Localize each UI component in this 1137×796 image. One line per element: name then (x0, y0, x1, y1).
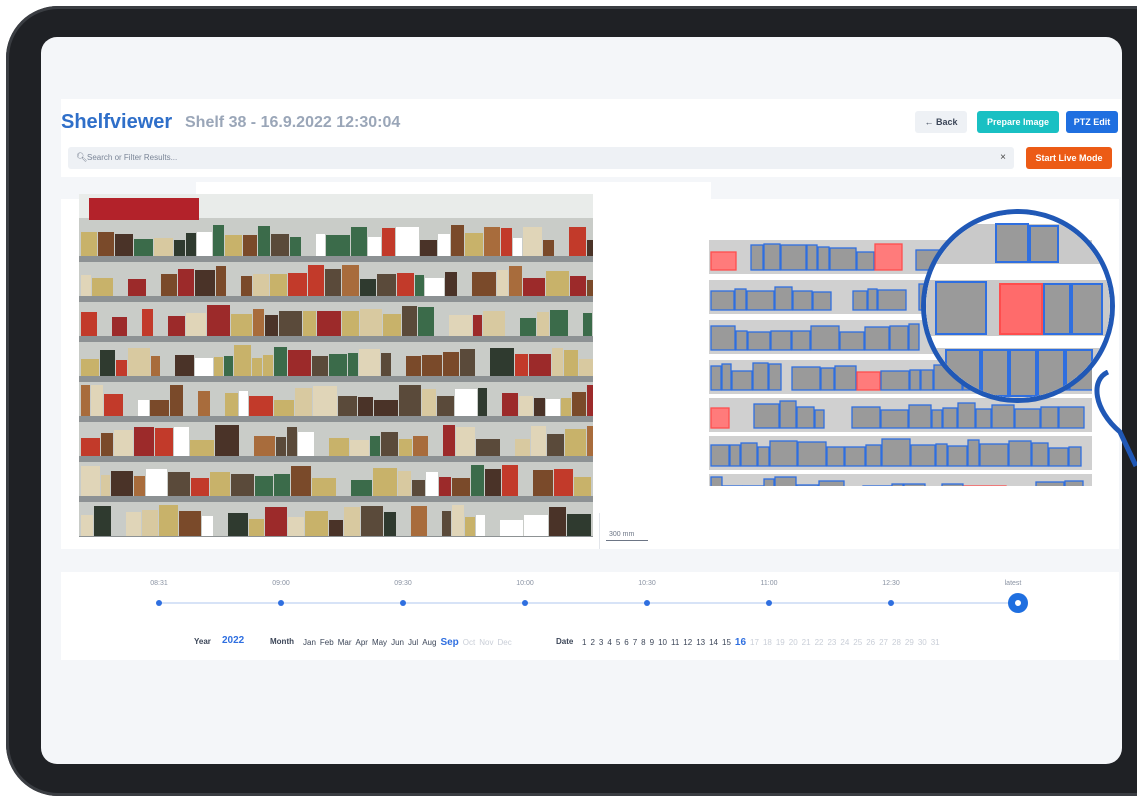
date-option[interactable]: 13 (696, 638, 705, 647)
timeline-time-label: 09:30 (394, 580, 412, 587)
year-value[interactable]: 2022 (222, 635, 244, 646)
date-option[interactable]: 17 (750, 638, 759, 647)
shelf-photo-image (79, 194, 593, 537)
date-option[interactable]: 23 (827, 638, 836, 647)
timeline-point[interactable] (522, 600, 528, 606)
month-option[interactable]: Mar (338, 638, 352, 647)
date-option[interactable]: 9 (650, 638, 654, 647)
shelf-subtitle: Shelf 38 - 16.9.2022 12:30:04 (185, 114, 401, 131)
ptz-edit-button[interactable]: PTZ Edit (1066, 111, 1118, 133)
timeline-time-label: 10:00 (516, 580, 534, 587)
timeline-point[interactable] (766, 600, 772, 606)
month-selector: Jan Feb Mar Apr May Jun Jul Aug Sep Oct Nov Dec (303, 637, 516, 648)
scale-bar (606, 540, 648, 541)
date-selector: 1 2 3 4 5 6 7 8 9 10 11 12 13 14 15 16 17 18 19 20 21 22 23 24 2… (582, 637, 944, 648)
start-live-mode-button[interactable]: Start Live Mode (1026, 147, 1112, 169)
magnifier-handle-icon (1094, 370, 1137, 468)
month-option[interactable]: Feb (320, 638, 334, 647)
date-option[interactable]: 30 (918, 638, 927, 647)
date-option[interactable]: 24 (840, 638, 849, 647)
scale-divider (599, 513, 600, 549)
date-option[interactable]: 27 (879, 638, 888, 647)
month-option[interactable]: May (372, 638, 387, 647)
date-option[interactable]: 31 (931, 638, 940, 647)
date-option[interactable]: 2 (590, 638, 594, 647)
timeline-time-label: latest (1004, 580, 1022, 587)
date-option[interactable]: 29 (905, 638, 914, 647)
month-option[interactable]: Apr (355, 638, 367, 647)
date-option[interactable]: 15 (722, 638, 731, 647)
timeline-point[interactable] (400, 600, 406, 606)
month-option[interactable]: Oct (463, 638, 475, 647)
date-option[interactable]: 18 (763, 638, 772, 647)
search-placeholder: Search or Filter Results... (87, 153, 178, 162)
date-option[interactable]: 28 (892, 638, 901, 647)
date-option[interactable]: 14 (709, 638, 718, 647)
date-option[interactable]: 8 (641, 638, 645, 647)
timeline-latest-handle[interactable] (1008, 593, 1028, 613)
date-option[interactable]: 10 (658, 638, 667, 647)
timeline-point[interactable] (278, 600, 284, 606)
date-option[interactable]: 19 (776, 638, 785, 647)
month-option[interactable]: Nov (479, 638, 493, 647)
timeline-time-label: 08:31 (150, 580, 168, 587)
scale-label: 300 mm (609, 531, 635, 538)
year-label: Year (194, 637, 211, 646)
month-option[interactable]: Jan (303, 638, 316, 647)
shelf-photo[interactable] (79, 194, 593, 537)
timeline-time-label: 12:30 (882, 580, 900, 587)
month-option[interactable]: Dec (497, 638, 511, 647)
search-input[interactable]: 🔍︎ Search or Filter Results... × (68, 147, 1014, 169)
date-option[interactable]: 16 (735, 637, 746, 648)
month-label: Month (270, 637, 294, 646)
timeline-time-label: 09:00 (272, 580, 290, 587)
date-option[interactable]: 26 (866, 638, 875, 647)
month-option[interactable]: Aug (422, 638, 436, 647)
date-option[interactable]: 7 (633, 638, 637, 647)
timeline-point[interactable] (156, 600, 162, 606)
timeline-time-label: 10:30 (638, 580, 656, 587)
month-option[interactable]: Jul (408, 638, 418, 647)
date-option[interactable]: 6 (624, 638, 628, 647)
date-option[interactable]: 11 (671, 638, 679, 647)
app-screen: Shelfviewer Shelf 38 - 16.9.2022 12:30:0… (41, 37, 1122, 764)
date-option[interactable]: 22 (815, 638, 824, 647)
date-option[interactable]: 5 (616, 638, 620, 647)
app-title: Shelfviewer (61, 111, 173, 133)
search-icon: 🔍︎ (76, 152, 88, 162)
timeline-point[interactable] (644, 600, 650, 606)
date-option[interactable]: 3 (599, 638, 603, 647)
month-option[interactable]: Sep (440, 637, 458, 648)
month-option[interactable]: Jun (391, 638, 404, 647)
date-option[interactable]: 25 (853, 638, 862, 647)
date-label: Date (556, 637, 574, 646)
date-option[interactable]: 12 (683, 638, 692, 647)
date-option[interactable]: 4 (607, 638, 611, 647)
timeline-time-label: 11:00 (760, 580, 778, 587)
date-option[interactable]: 20 (789, 638, 798, 647)
date-option[interactable]: 1 (582, 638, 586, 647)
timeline-point[interactable] (888, 600, 894, 606)
prepare-image-button[interactable]: Prepare Image (977, 111, 1059, 133)
date-option[interactable]: 21 (802, 638, 811, 647)
back-button[interactable]: ← Back (915, 111, 967, 133)
close-icon[interactable]: × (1000, 152, 1006, 163)
